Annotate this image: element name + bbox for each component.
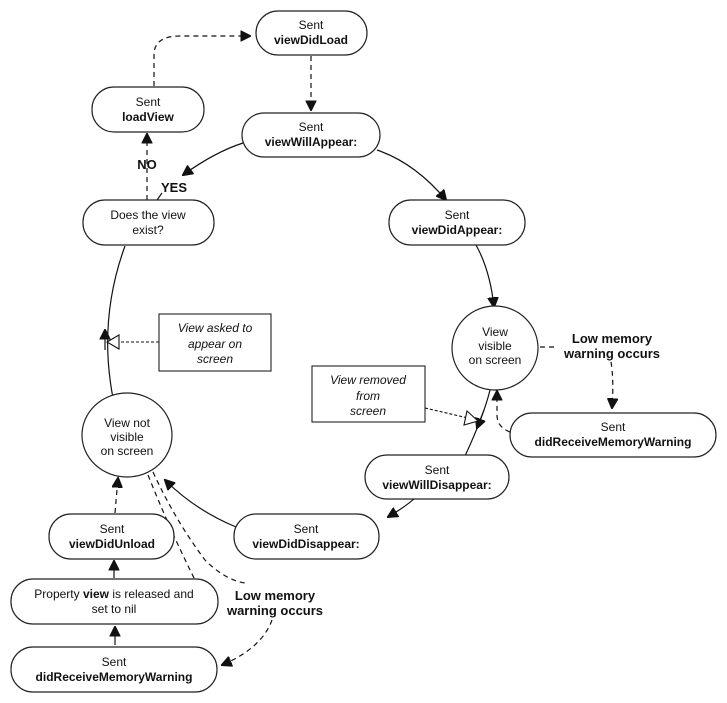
note-line: appear on	[188, 337, 242, 351]
edge-viewdiddisappear-to-notvisible	[165, 480, 237, 528]
node-method: loadView	[122, 110, 174, 124]
node-viewdiddisappear: Sent viewDidDisappear:	[233, 513, 380, 560]
node-does-view-exist: Does the view exist?	[82, 199, 215, 246]
label-low-memory-left: Low memory	[235, 588, 316, 603]
edge-loadview-to-viewdidload	[153, 36, 250, 86]
node-line: Sent	[294, 522, 319, 536]
node-didreceivememorywarning-right: Sent didReceiveMemoryWarning	[509, 412, 717, 458]
node-method: didReceiveMemoryWarning	[36, 670, 193, 684]
node-method: viewDidUnload	[69, 537, 155, 551]
node-method: viewWillAppear:	[265, 135, 358, 149]
node-loadview: Sent loadView	[91, 86, 205, 133]
node-didreceivememorywarning-left: Sent didReceiveMemoryWarning	[10, 646, 218, 693]
note-line: from	[356, 389, 380, 403]
edge-lowmem-to-didreceive-right	[611, 361, 613, 408]
node-method: viewDidAppear:	[412, 223, 503, 237]
node-line: Sent	[136, 95, 161, 109]
edge-yes-to-viewwillappear	[183, 142, 244, 175]
node-property-released: Property view is released and set to nil	[10, 578, 219, 625]
edge-lowmem-left-to-didreceive-left	[222, 619, 273, 665]
hollow-arrow-removed	[463, 409, 480, 426]
node-line: on screen	[469, 353, 522, 367]
label-yes: YES	[161, 180, 187, 195]
edge-viewdidunload-to-notvisible	[115, 478, 118, 514]
node-line: Sent	[102, 655, 127, 669]
note-asked-to-appear: View asked to appear on screen	[158, 313, 272, 372]
node-view-not-visible: View not visible on screen	[81, 392, 173, 478]
label-no: NO	[137, 157, 157, 172]
label-low-memory-right: warning occurs	[563, 346, 660, 361]
note-line: screen	[197, 352, 233, 366]
lifecycle-diagram: Sent viewDidLoad Sent loadView Sent view…	[10, 10, 717, 693]
node-viewdidunload: Sent viewDidUnload	[48, 513, 175, 560]
node-method: viewWillDisappear:	[382, 478, 491, 492]
node-line: Does the view	[110, 208, 186, 222]
node-line: Property view is released and	[34, 587, 193, 601]
node-line: Sent	[299, 120, 324, 134]
node-line: exist?	[132, 223, 164, 237]
edge-viewwilldisappear-to-viewdiddisappear	[388, 496, 417, 517]
node-line: visible	[110, 430, 144, 444]
edge-viewwillappear-to-viewdidappear	[376, 149, 446, 200]
node-method: viewDidLoad	[274, 33, 348, 47]
label-low-memory-left: warning occurs	[226, 603, 323, 618]
edge-viewdidappear-to-visible	[475, 244, 494, 307]
edge-visible-arrowhead	[477, 409, 484, 428]
node-method: viewDidDisappear:	[252, 537, 359, 551]
edge-didreceive-right-to-visible	[497, 391, 511, 433]
node-viewwilldisappear: Sent viewWillDisappear:	[364, 454, 510, 500]
node-line: Sent	[299, 18, 324, 32]
edge-notvisible-to-doesviewexist	[107, 245, 126, 399]
note-line: View asked to	[178, 321, 253, 335]
node-line: View	[482, 325, 508, 339]
node-line: visible	[478, 339, 512, 353]
node-line: Sent	[445, 208, 470, 222]
node-line: set to nil	[92, 602, 137, 616]
note-removed-from-screen: View removed from screen	[311, 365, 426, 423]
node-line: View not	[104, 416, 150, 430]
node-line: on screen	[101, 444, 154, 458]
node-line: Sent	[601, 420, 626, 434]
node-method: didReceiveMemoryWarning	[535, 435, 692, 449]
node-viewdidappear: Sent viewDidAppear:	[388, 199, 526, 246]
node-view-visible: View visible on screen	[451, 305, 539, 391]
node-viewwillappear: Sent viewWillAppear:	[241, 112, 381, 158]
node-line: Sent	[100, 522, 125, 536]
hollow-arrow-asked	[105, 334, 120, 350]
node-viewdidload: Sent viewDidLoad	[255, 10, 368, 56]
label-low-memory-right: Low memory	[572, 331, 653, 346]
note-line: View removed	[330, 373, 406, 387]
edge-removed-note-connector	[424, 407, 469, 419]
node-line: Sent	[425, 463, 450, 477]
note-line: screen	[350, 404, 386, 418]
